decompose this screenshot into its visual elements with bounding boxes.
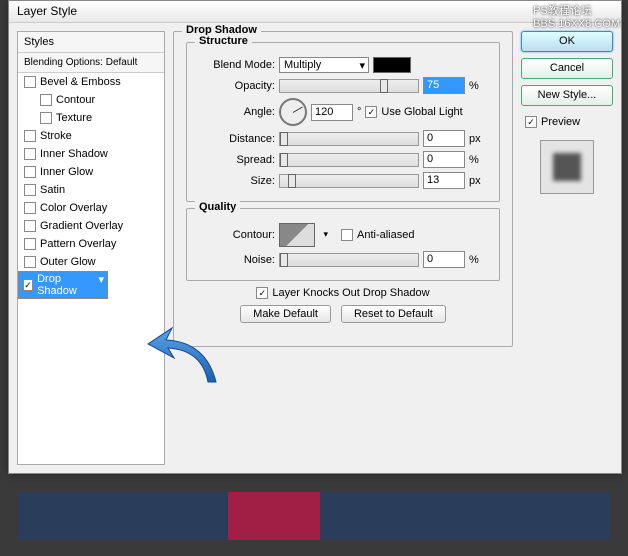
style-item-label: Outer Glow [40,256,96,268]
spread-input[interactable]: 0 [423,151,465,168]
size-slider[interactable] [279,174,419,188]
angle-label: Angle: [195,106,275,118]
preview-checkbox[interactable]: ✓ [525,116,537,128]
style-item-color-overlay[interactable]: Color Overlay [18,199,164,217]
style-checkbox[interactable]: ✓ [23,279,33,291]
noise-input[interactable]: 0 [423,251,465,268]
style-item-label: Gradient Overlay [40,220,123,232]
size-label: Size: [195,175,275,187]
knockout-checkbox[interactable]: ✓ [256,287,268,299]
quality-legend: Quality [195,201,240,213]
style-item-label: Inner Shadow [40,148,108,160]
layer-style-dialog: Layer Style Styles Blending Options: Def… [8,0,622,474]
noise-label: Noise: [195,254,275,266]
style-checkbox[interactable] [24,238,36,250]
blend-mode-label: Blend Mode: [195,59,275,71]
angle-unit: ° [357,106,361,118]
opacity-input[interactable]: 75 [423,77,465,94]
styles-header[interactable]: Styles [18,32,164,53]
size-input[interactable]: 13 [423,172,465,189]
style-item-label: Inner Glow [40,166,93,178]
style-item-label: Drop Shadow [37,273,91,297]
spread-label: Spread: [195,154,275,166]
global-light-checkbox[interactable]: ✓ [365,106,377,118]
antialiased-checkbox[interactable] [341,229,353,241]
style-checkbox[interactable] [24,256,36,268]
blend-mode-select[interactable]: Multiply [279,57,369,73]
drop-shadow-panel: Drop Shadow Structure Blend Mode: Multip… [173,31,513,347]
style-item-inner-glow[interactable]: Inner Glow [18,163,164,181]
new-style-button[interactable]: New Style... [521,85,613,106]
style-item-label: Pattern Overlay [40,238,116,250]
style-item-satin[interactable]: Satin [18,181,164,199]
blending-options-header[interactable]: Blending Options: Default [18,53,164,73]
style-item-outer-glow[interactable]: Outer Glow [18,253,164,271]
watermark: PS教程论坛 BBS.16XX8.COM [533,2,620,30]
noise-unit: % [469,254,479,266]
size-unit: px [469,175,481,187]
style-item-inner-shadow[interactable]: Inner Shadow [18,145,164,163]
distance-slider[interactable] [279,132,419,146]
style-checkbox[interactable] [24,76,36,88]
angle-input[interactable]: 120 [311,104,353,121]
style-checkbox[interactable] [24,184,36,196]
style-item-label: Satin [40,184,65,196]
preview-label: Preview [541,116,580,128]
style-checkbox[interactable] [24,220,36,232]
shadow-color-swatch[interactable] [373,57,411,73]
structure-legend: Structure [195,35,252,47]
spread-unit: % [469,154,479,166]
distance-unit: px [469,133,481,145]
style-checkbox[interactable] [40,94,52,106]
distance-input[interactable]: 0 [423,130,465,147]
distance-label: Distance: [195,133,275,145]
background-strip [18,492,610,540]
antialiased-label: Anti-aliased [357,229,414,241]
style-item-label: Stroke [40,130,72,142]
structure-fieldset: Structure Blend Mode: Multiply Opacity: … [186,42,500,202]
global-light-label: Use Global Light [381,106,462,118]
styles-panel: Styles Blending Options: Default Bevel &… [17,31,165,465]
style-checkbox[interactable] [24,166,36,178]
style-item-contour[interactable]: Contour [18,91,164,109]
reset-default-button[interactable]: Reset to Default [341,305,446,323]
style-item-stroke[interactable]: Stroke [18,127,164,145]
style-item-texture[interactable]: Texture [18,109,164,127]
opacity-unit: % [469,80,479,92]
opacity-label: Opacity: [195,80,275,92]
style-item-gradient-overlay[interactable]: Gradient Overlay [18,217,164,235]
knockout-label: Layer Knocks Out Drop Shadow [272,287,429,299]
contour-picker[interactable] [279,223,315,247]
opacity-slider[interactable] [279,79,419,93]
make-default-button[interactable]: Make Default [240,305,331,323]
quality-fieldset: Quality Contour: Anti-aliased Noise: 0 % [186,208,500,281]
dialog-title: Layer Style [9,1,621,23]
noise-slider[interactable] [279,253,419,267]
style-item-pattern-overlay[interactable]: Pattern Overlay [18,235,164,253]
style-item-drop-shadow[interactable]: ✓ Drop Shadow [18,271,108,299]
preview-swatch [540,140,594,194]
style-checkbox[interactable] [24,202,36,214]
style-checkbox[interactable] [24,130,36,142]
spread-slider[interactable] [279,153,419,167]
angle-dial[interactable] [279,98,307,126]
style-item-bevel-emboss[interactable]: Bevel & Emboss [18,73,164,91]
ok-button[interactable]: OK [521,31,613,52]
style-item-label: Bevel & Emboss [40,76,121,88]
style-item-label: Color Overlay [40,202,107,214]
cancel-button[interactable]: Cancel [521,58,613,79]
contour-label: Contour: [195,229,275,241]
style-item-label: Contour [56,94,95,106]
style-item-label: Texture [56,112,92,124]
style-checkbox[interactable] [40,112,52,124]
style-checkbox[interactable] [24,148,36,160]
